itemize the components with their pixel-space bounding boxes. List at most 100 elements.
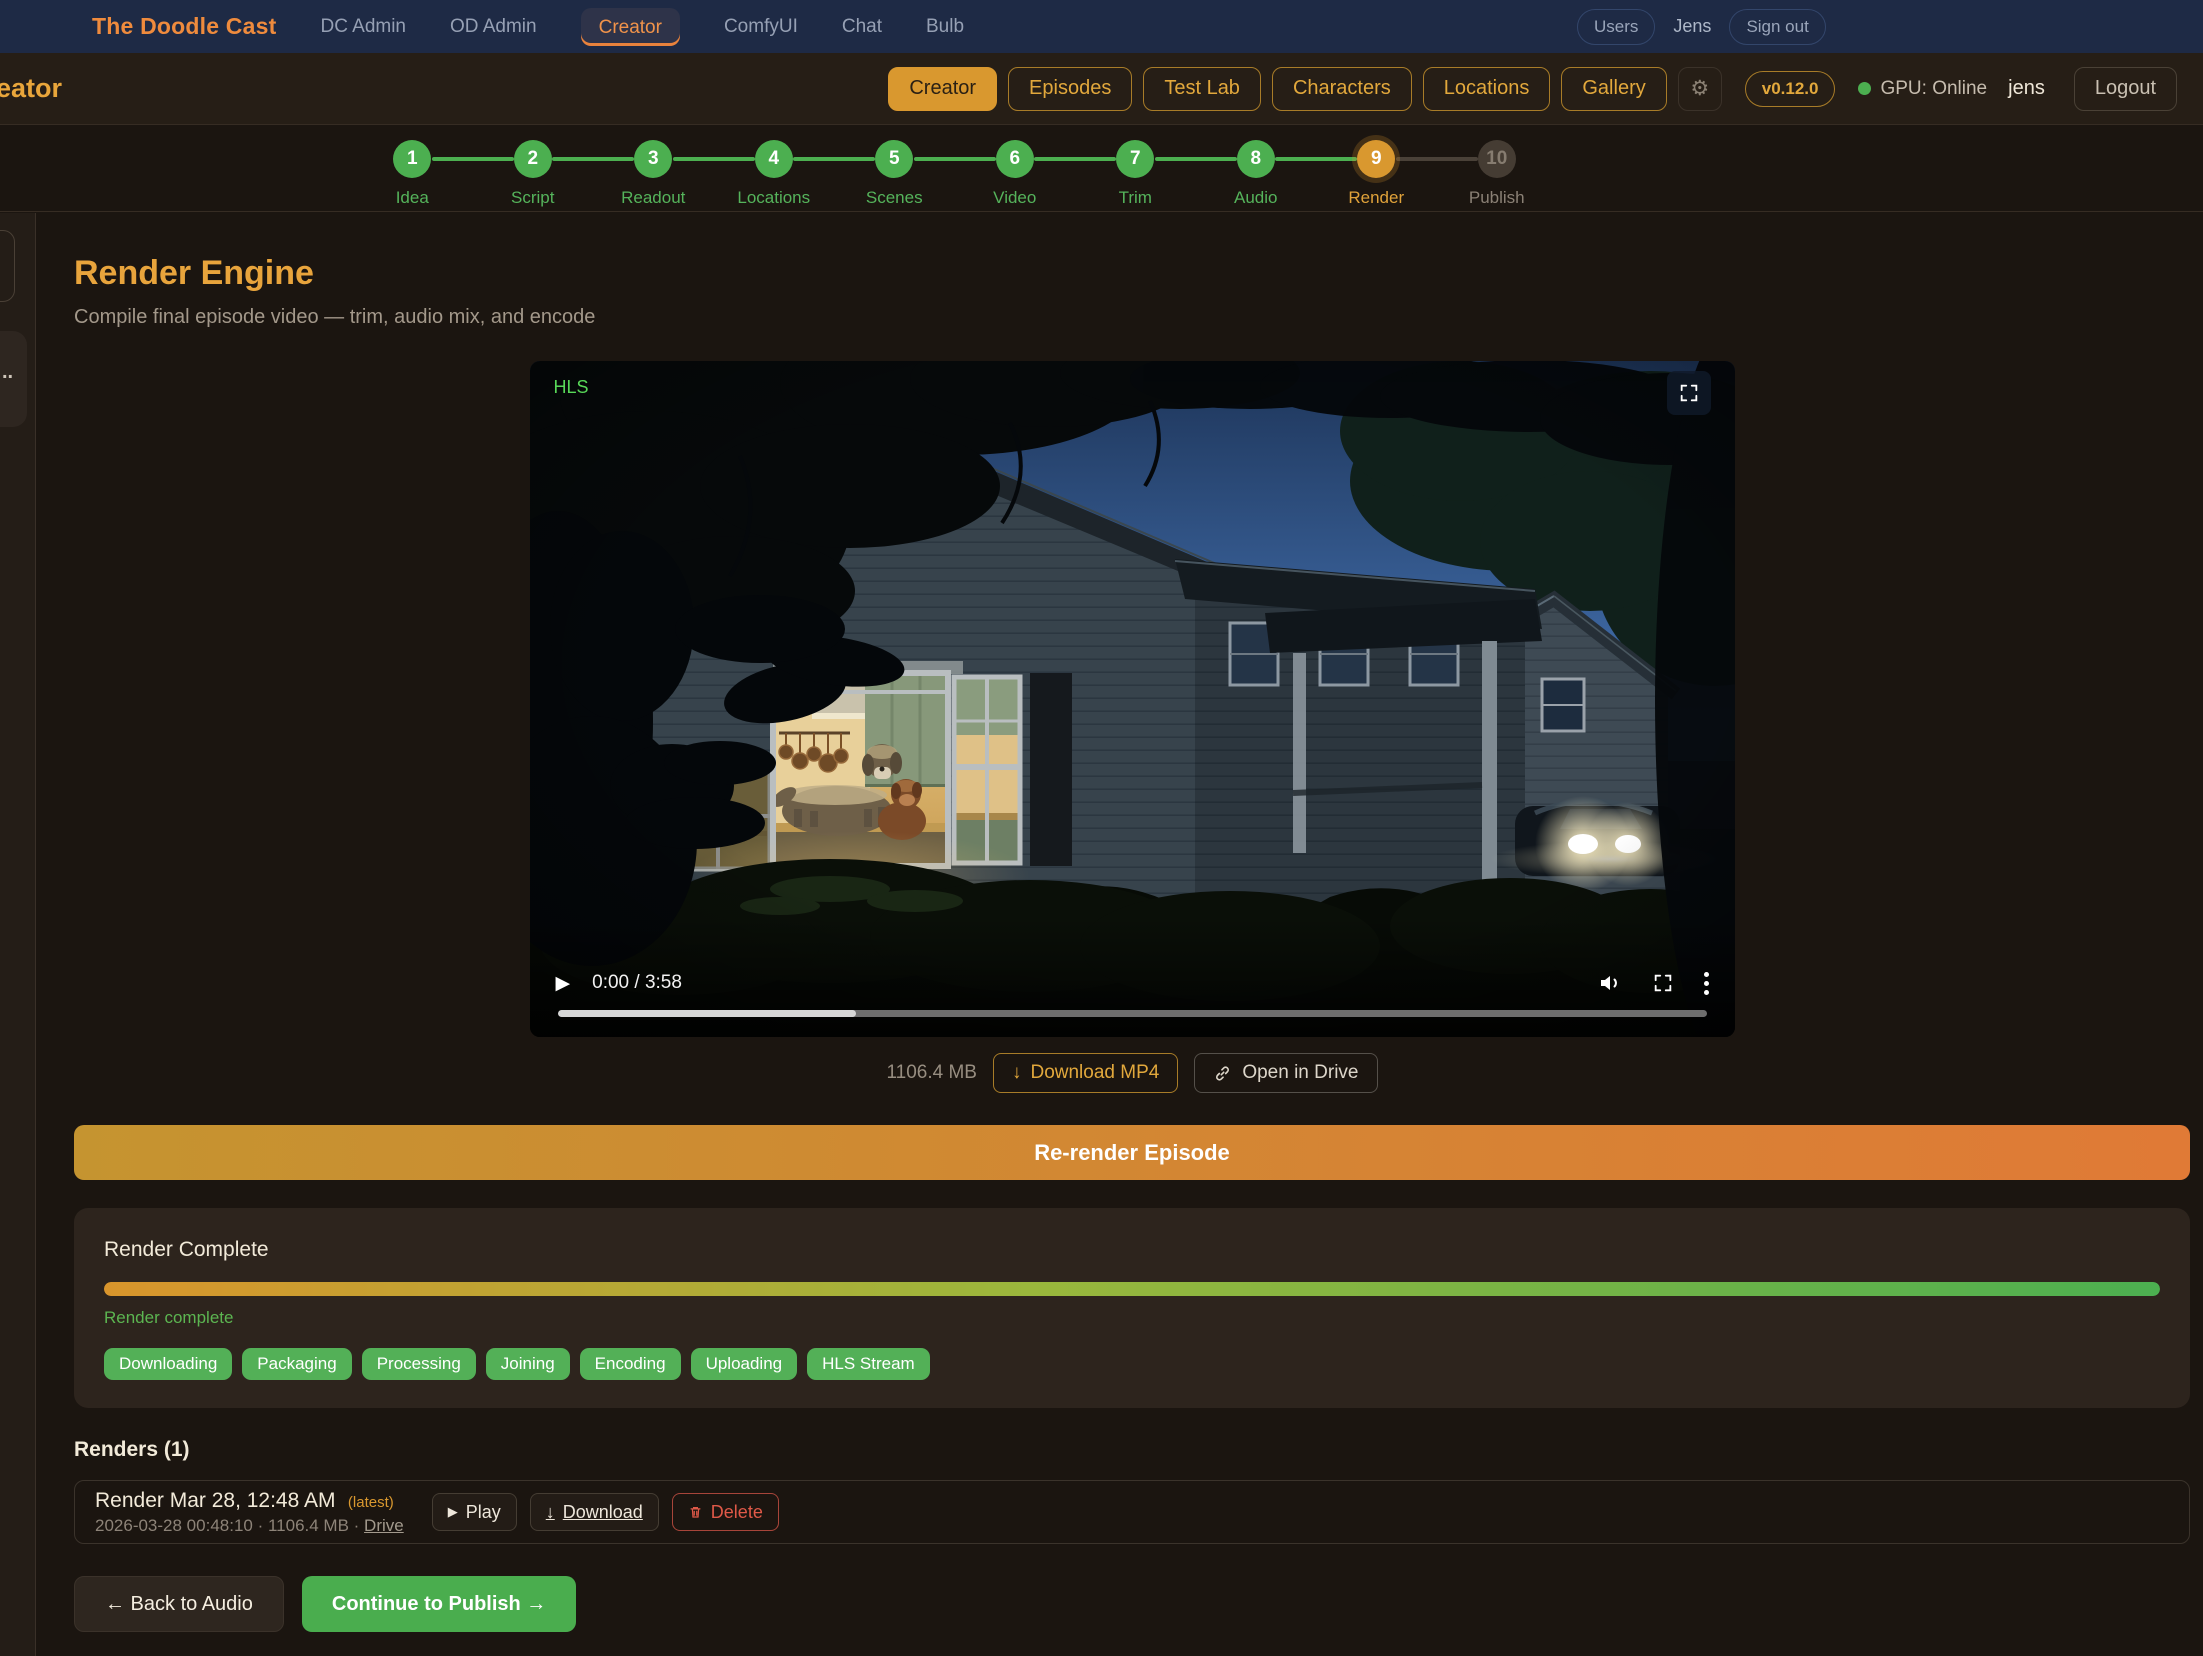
step-label: Script bbox=[473, 188, 594, 208]
topnav-item-dc-admin[interactable]: DC Admin bbox=[320, 16, 406, 38]
time-display: 0:00 / 3:58 bbox=[592, 972, 682, 994]
header-nav-gallery[interactable]: Gallery bbox=[1561, 67, 1666, 111]
step-video[interactable]: 6 Video bbox=[955, 125, 1076, 208]
signout-button[interactable]: Sign out bbox=[1729, 9, 1825, 45]
step-label: Scenes bbox=[834, 188, 955, 208]
stepper-steps: 1Idea 2 Script 3 Readout 4 Locations 5 Scenes 6 Vi… bbox=[352, 125, 1557, 208]
page-title: Render Engine bbox=[74, 254, 2190, 293]
player-wrap: HLS ▶ 0:00 / 3:58 bbox=[530, 361, 1735, 1037]
render-status-title: Render Complete bbox=[104, 1238, 2160, 1262]
video-progress-fill bbox=[558, 1010, 857, 1017]
latest-badge: (latest) bbox=[348, 1494, 394, 1511]
gpu-status-label: GPU: Online bbox=[1880, 78, 1987, 100]
step-scenes[interactable]: 5 Scenes bbox=[834, 125, 955, 208]
play-icon[interactable]: ▶ bbox=[556, 972, 571, 995]
stage-chip-processing: Processing bbox=[362, 1348, 476, 1380]
render-item-meta: 2026-03-28 00:48:10 · 1106.4 MB · Drive bbox=[95, 1516, 404, 1536]
header-nav-test-lab[interactable]: Test Lab bbox=[1143, 67, 1261, 111]
brand-logo: The Doodle Cast bbox=[92, 13, 276, 40]
footer-nav: ← Back to Audio Continue to Publish → bbox=[74, 1576, 2190, 1655]
player-expand-button[interactable] bbox=[1667, 371, 1711, 415]
left-rail: .. bbox=[0, 213, 36, 1656]
header-nav-characters[interactable]: Characters bbox=[1272, 67, 1412, 111]
step-audio[interactable]: 8 Audio bbox=[1196, 125, 1317, 208]
more-options-icon[interactable] bbox=[1704, 972, 1709, 995]
play-render-label: Play bbox=[466, 1502, 501, 1523]
step-number[interactable]: 6 bbox=[996, 140, 1034, 178]
rerender-episode-button[interactable]: Re-render Episode bbox=[74, 1125, 2190, 1180]
step-number[interactable]: 1 bbox=[393, 140, 431, 178]
render-item-title: Render Mar 28, 12:48 AM bbox=[95, 1489, 335, 1512]
topnav-item-chat[interactable]: Chat bbox=[842, 16, 882, 38]
continue-to-publish-button[interactable]: Continue to Publish → bbox=[302, 1576, 576, 1632]
render-list-item: Render Mar 28, 12:48 AM (latest) 2026-03… bbox=[74, 1480, 2190, 1544]
step-locations[interactable]: 4 Locations bbox=[714, 125, 835, 208]
settings-button[interactable]: ⚙ bbox=[1678, 67, 1722, 111]
topnav-item-bulb[interactable]: Bulb bbox=[926, 16, 964, 38]
step-number[interactable]: 2 bbox=[514, 140, 552, 178]
render-item-buttons: ▶ Play ↓ Download Delete bbox=[432, 1493, 779, 1531]
download-render-label: Download bbox=[563, 1502, 643, 1523]
trash-icon bbox=[688, 1504, 703, 1520]
step-readout[interactable]: 3 Readout bbox=[593, 125, 714, 208]
open-in-drive-button[interactable]: Open in Drive bbox=[1194, 1053, 1377, 1093]
play-render-button[interactable]: ▶ Play bbox=[432, 1493, 517, 1531]
topnav-username: Jens bbox=[1673, 16, 1711, 37]
header-nav-episodes[interactable]: Episodes bbox=[1008, 67, 1132, 111]
rail-more-label: .. bbox=[2, 361, 13, 383]
download-mp4-button[interactable]: ↓ Download MP4 bbox=[993, 1053, 1178, 1093]
open-in-drive-label: Open in Drive bbox=[1242, 1062, 1358, 1084]
step-label: Locations bbox=[714, 188, 835, 208]
drive-link[interactable]: Drive bbox=[364, 1516, 404, 1535]
step-script[interactable]: 2 Script bbox=[473, 125, 594, 208]
rail-clipped-button[interactable] bbox=[0, 230, 15, 302]
step-number[interactable]: 4 bbox=[755, 140, 793, 178]
download-render-button[interactable]: ↓ Download bbox=[530, 1493, 659, 1531]
app-logo-text: Creator bbox=[0, 73, 62, 104]
delete-render-button[interactable]: Delete bbox=[672, 1493, 779, 1531]
gear-icon: ⚙ bbox=[1690, 76, 1709, 101]
logout-button[interactable]: Logout bbox=[2074, 67, 2177, 111]
step-number[interactable]: 3 bbox=[634, 140, 672, 178]
page-subtitle: Compile final episode video — trim, audi… bbox=[74, 305, 2190, 329]
main-content: Render Engine Compile final episode vide… bbox=[74, 212, 2190, 1655]
app-header: Creator CreatorEpisodesTest LabCharacter… bbox=[0, 53, 2203, 125]
stage-chip-downloading: Downloading bbox=[104, 1348, 232, 1380]
back-to-audio-button[interactable]: ← Back to Audio bbox=[74, 1576, 284, 1632]
stage-chip-uploading: Uploading bbox=[691, 1348, 798, 1380]
video-player[interactable]: HLS ▶ 0:00 / 3:58 bbox=[530, 361, 1735, 1037]
app-header-nav: CreatorEpisodesTest LabCharactersLocatio… bbox=[888, 67, 1666, 111]
topnav-item-comfyui[interactable]: ComfyUI bbox=[724, 16, 798, 38]
workflow-stepper: 1Idea 2 Script 3 Readout 4 Locations 5 Scenes 6 Vi… bbox=[0, 125, 2203, 212]
file-actions-row: 1106.4 MB ↓ Download MP4 Open in Drive bbox=[74, 1053, 2190, 1093]
video-progress-bar[interactable] bbox=[558, 1010, 1707, 1017]
step-number[interactable]: 8 bbox=[1237, 140, 1275, 178]
topnav-right: Users Jens Sign out bbox=[1577, 9, 1826, 45]
video-controls: ▶ 0:00 / 3:58 bbox=[556, 971, 1709, 995]
step-number[interactable]: 5 bbox=[875, 140, 913, 178]
step-label: Audio bbox=[1196, 188, 1317, 208]
step-render[interactable]: 9 Render bbox=[1316, 125, 1437, 208]
render-status-card: Render Complete Render complete Download… bbox=[74, 1208, 2190, 1408]
step-number[interactable]: 9 bbox=[1357, 140, 1395, 178]
step-number[interactable]: 10 bbox=[1478, 140, 1516, 178]
header-nav-locations[interactable]: Locations bbox=[1423, 67, 1551, 111]
topnav-item-creator[interactable]: Creator bbox=[581, 8, 680, 46]
step-number[interactable]: 7 bbox=[1116, 140, 1154, 178]
fullscreen-icon[interactable] bbox=[1652, 972, 1674, 994]
users-button[interactable]: Users bbox=[1577, 9, 1655, 45]
download-icon: ↓ bbox=[1012, 1062, 1022, 1084]
volume-icon[interactable] bbox=[1598, 971, 1622, 995]
step-idea[interactable]: 1Idea bbox=[352, 125, 473, 208]
app-logo-clipped: Creator bbox=[0, 69, 62, 109]
step-trim[interactable]: 7Trim bbox=[1075, 125, 1196, 208]
step-label: Video bbox=[955, 188, 1076, 208]
step-publish[interactable]: 10Publish bbox=[1437, 125, 1558, 208]
step-label: Render bbox=[1316, 188, 1437, 208]
step-label: Readout bbox=[593, 188, 714, 208]
renders-heading: Renders (1) bbox=[74, 1438, 2190, 1462]
header-nav-creator[interactable]: Creator bbox=[888, 67, 997, 111]
stage-chip-packaging: Packaging bbox=[242, 1348, 351, 1380]
topnav-item-od-admin[interactable]: OD Admin bbox=[450, 16, 537, 38]
rail-clipped-panel[interactable]: .. bbox=[0, 331, 27, 427]
